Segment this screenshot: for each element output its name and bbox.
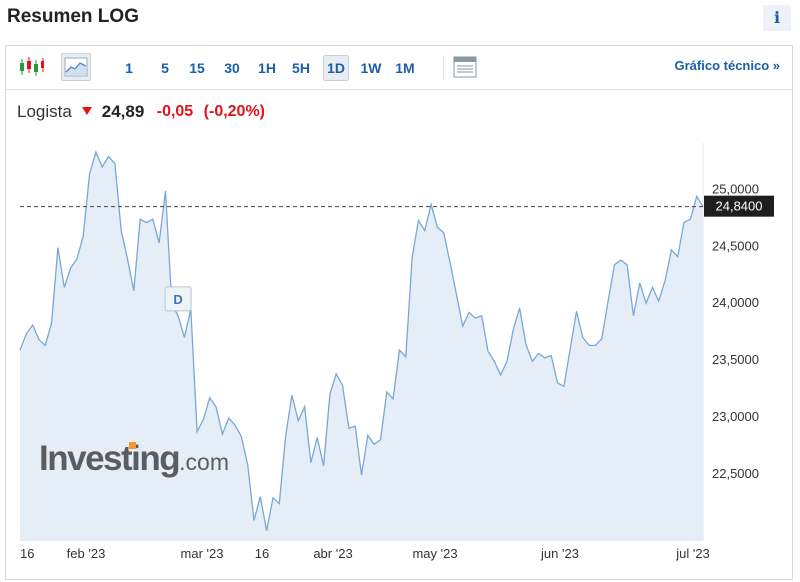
x-tick-label: 16 xyxy=(255,546,269,561)
y-tick-label: 25,0000 xyxy=(712,181,759,196)
x-tick-label: feb '23 xyxy=(67,546,106,561)
y-tick-label: 24,5000 xyxy=(712,238,759,253)
price-chart[interactable]: Investing.com25,000024,500024,000023,500… xyxy=(6,46,792,579)
y-tick-label: 23,5000 xyxy=(712,352,759,367)
x-tick-label: 16 xyxy=(20,546,34,561)
chart-widget: 1 5 15 30 1H 5H 1D 1W 1M Gráfico técnico » Logis… xyxy=(5,45,793,580)
x-tick-label: mar '23 xyxy=(181,546,224,561)
x-tick-label: jun '23 xyxy=(540,546,579,561)
watermark-dot-icon xyxy=(129,442,136,449)
dividend-marker-label: D xyxy=(173,292,182,307)
y-tick-label: 22,5000 xyxy=(712,466,759,481)
page-title: Resumen LOG xyxy=(7,6,139,27)
info-button[interactable]: i xyxy=(763,5,791,31)
x-tick-label: jul '23 xyxy=(675,546,710,561)
x-tick-label: abr '23 xyxy=(313,546,352,561)
y-tick-label: 24,0000 xyxy=(712,295,759,310)
x-tick-label: may '23 xyxy=(412,546,457,561)
last-value-label: 24,8400 xyxy=(716,199,763,214)
y-tick-label: 23,0000 xyxy=(712,409,759,424)
